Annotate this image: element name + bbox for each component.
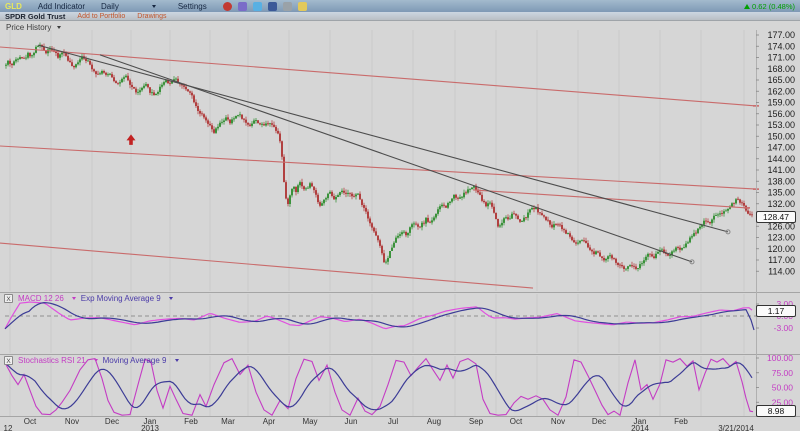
month-label: Oct	[509, 417, 523, 426]
svg-text:117.00: 117.00	[768, 255, 795, 265]
macd-indicator-dropdown[interactable]: MACD 12 26	[18, 294, 64, 303]
stoch-indicator-dropdown[interactable]: Stochastics RSI 21	[18, 356, 86, 365]
svg-text:165.00: 165.00	[767, 75, 795, 85]
month-label: Feb	[674, 417, 688, 426]
twitter-icon[interactable]	[252, 1, 262, 11]
month-label: Nov	[64, 417, 80, 426]
month-label: Nov	[550, 417, 566, 426]
security-title: SPDR Gold Trust	[5, 11, 66, 21]
month-label: Mar	[221, 417, 235, 426]
svg-text:144.00: 144.00	[767, 154, 795, 164]
svg-text:-3.00: -3.00	[774, 323, 794, 333]
svg-text:141.00: 141.00	[767, 165, 795, 175]
price-history-header[interactable]: Price History	[6, 23, 62, 32]
month-label: Feb	[184, 417, 198, 426]
svg-text:135.00: 135.00	[767, 188, 795, 198]
macd-overlay-dropdown[interactable]: Exp Moving Average 9	[81, 294, 161, 303]
svg-text:120.00: 120.00	[767, 244, 795, 254]
current-price-box: 128.47	[756, 211, 796, 223]
print-icon[interactable]	[282, 1, 292, 11]
price-history-label: Price History	[6, 23, 52, 32]
close-icon[interactable]: X	[4, 294, 13, 303]
year-label: 3/21/2014	[718, 424, 754, 431]
svg-text:156.00: 156.00	[767, 109, 795, 119]
svg-text:177.00: 177.00	[767, 30, 795, 40]
add-indicator-button[interactable]: Add Indicator	[38, 2, 85, 11]
chevron-down-icon	[57, 26, 62, 29]
svg-text:114.00: 114.00	[768, 266, 795, 276]
symbol-subbar: SPDR Gold Trust Add to Portfolio Drawing…	[0, 12, 800, 21]
svg-text:75.00: 75.00	[772, 368, 794, 378]
note-icon[interactable]	[297, 1, 307, 11]
chevron-down-icon[interactable]	[71, 297, 76, 300]
chevron-down-icon[interactable]	[168, 297, 173, 300]
chart-icon[interactable]	[237, 1, 247, 11]
svg-text:123.00: 123.00	[767, 233, 795, 243]
macd-header: X MACD 12 26 Exp Moving Average 9	[4, 294, 173, 303]
timeframe-dropdown[interactable]: Daily	[101, 2, 119, 11]
close-icon[interactable]: X	[4, 356, 13, 365]
svg-text:100.00: 100.00	[767, 353, 793, 363]
macd-value-box: 1.17	[756, 305, 796, 317]
chevron-down-icon[interactable]	[93, 359, 98, 362]
chevron-down-icon[interactable]	[174, 359, 179, 362]
chevron-down-icon[interactable]	[151, 4, 156, 8]
facebook-icon[interactable]	[267, 1, 277, 11]
svg-text:159.00: 159.00	[767, 98, 795, 108]
chart-canvas[interactable]: 177.00174.00 171.00168.00165.00162.00 159.…	[0, 0, 800, 431]
svg-text:132.00: 132.00	[767, 199, 795, 209]
month-label: Dec	[591, 417, 607, 426]
month-label: Jun	[344, 417, 358, 426]
stoch-overlay-dropdown[interactable]: Moving Average 9	[103, 356, 167, 365]
change-text: 0.62 (0.48%)	[752, 1, 795, 11]
charting-app-window: GLD Add Indicator Daily Settings 0.62 (0…	[0, 0, 800, 431]
add-to-portfolio-link[interactable]: Add to Portfolio	[77, 13, 125, 20]
month-label: Apr	[262, 417, 276, 426]
symbol-label[interactable]: GLD	[5, 2, 22, 11]
stoch-value-box: 8.98	[756, 405, 796, 417]
month-label: Aug	[426, 417, 442, 426]
svg-text:171.00: 171.00	[767, 53, 795, 63]
year-label: 2013	[141, 424, 159, 431]
year-label: 2014	[631, 424, 649, 431]
svg-text:147.00: 147.00	[767, 143, 795, 153]
month-label: Sep	[468, 417, 484, 426]
month-label: Jul	[387, 417, 399, 426]
month-label: May	[302, 417, 318, 426]
daily-change-indicator: 0.62 (0.48%)	[744, 2, 795, 11]
svg-text:168.00: 168.00	[767, 64, 795, 74]
svg-text:153.00: 153.00	[767, 120, 795, 130]
svg-text:50.00: 50.00	[772, 383, 794, 393]
svg-text:150.00: 150.00	[767, 131, 795, 141]
svg-text:162.00: 162.00	[767, 86, 795, 96]
year-label: 12	[3, 424, 13, 431]
alarm-icon[interactable]	[222, 1, 232, 11]
top-toolbar: GLD Add Indicator Daily Settings 0.62 (0…	[0, 0, 800, 12]
svg-text:138.00: 138.00	[767, 176, 795, 186]
svg-text:174.00: 174.00	[767, 41, 795, 51]
up-arrow-icon	[744, 3, 751, 9]
drawings-link[interactable]: Drawings	[137, 13, 166, 20]
settings-button[interactable]: Settings	[178, 2, 207, 11]
stoch-header: X Stochastics RSI 21 Moving Average 9	[4, 356, 179, 365]
